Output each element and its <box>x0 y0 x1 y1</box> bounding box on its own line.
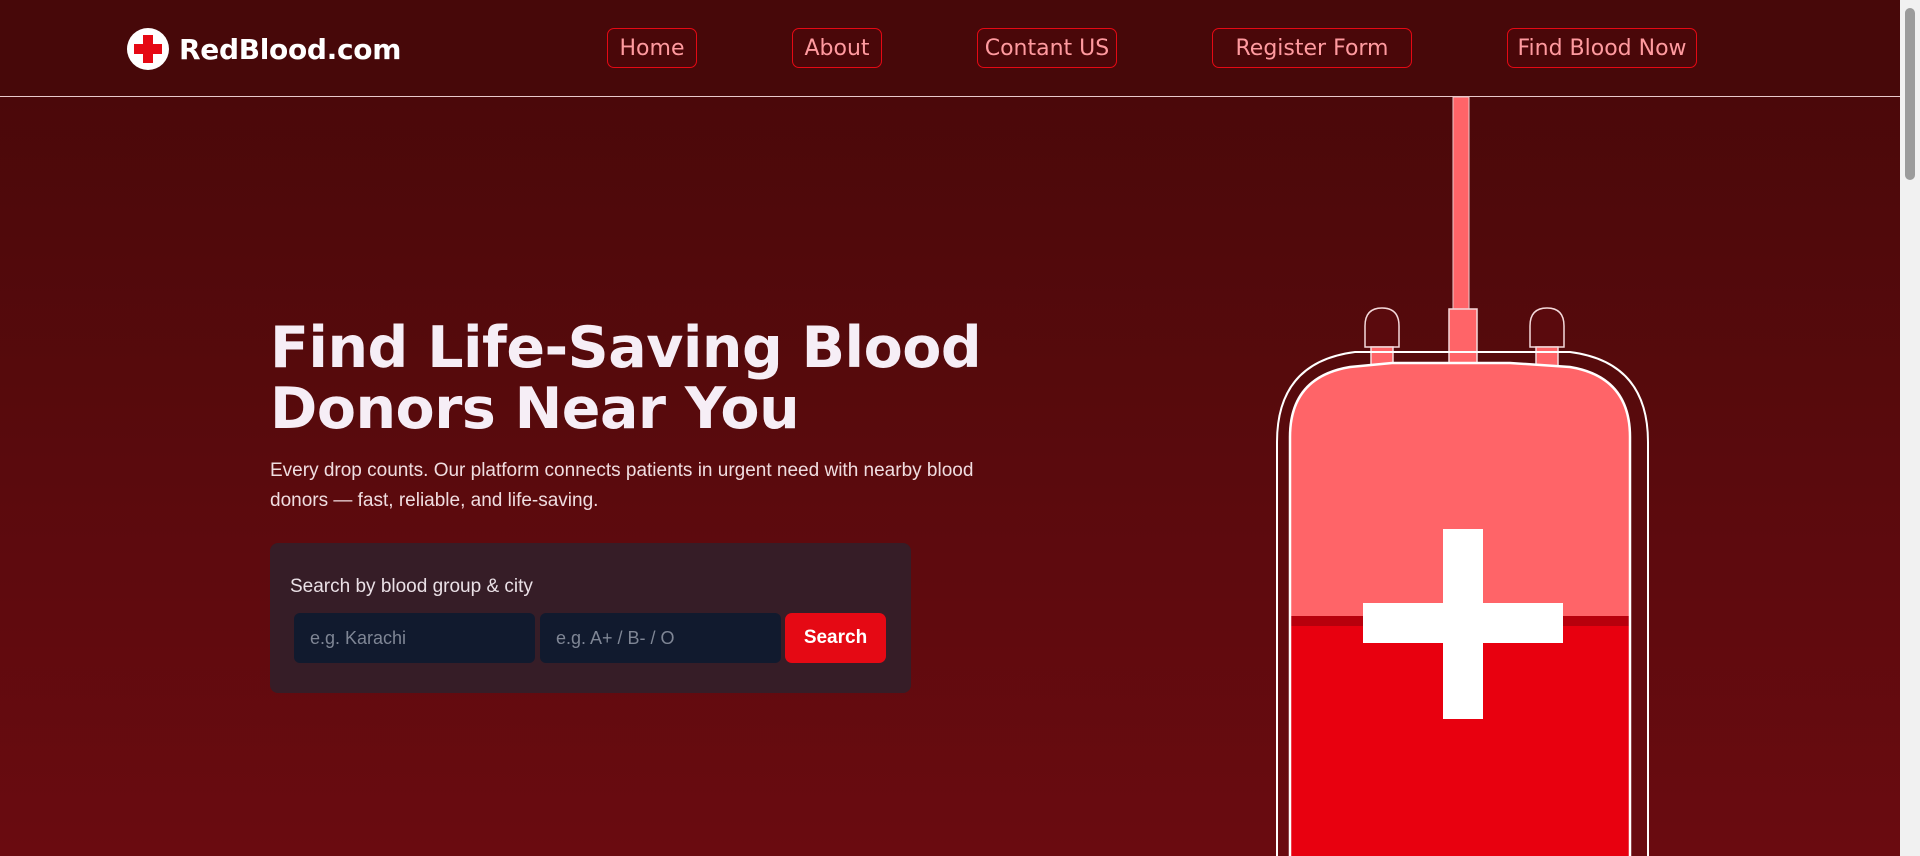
search-button[interactable]: Search <box>785 613 886 663</box>
nav-home-link[interactable]: Home <box>607 28 697 68</box>
nav-contact-link[interactable]: Contant US <box>977 28 1117 68</box>
page-scrollbar[interactable] <box>1900 0 1920 856</box>
city-input[interactable] <box>294 613 535 663</box>
search-label: Search by blood group & city <box>290 576 533 597</box>
search-card: Search by blood group & city Search <box>270 543 911 693</box>
brand[interactable]: RedBlood.com <box>127 28 401 70</box>
nav-about-link[interactable]: About <box>792 28 882 68</box>
red-cross-icon <box>127 28 169 70</box>
blood-bag-icon <box>1276 97 1649 856</box>
site-header: RedBlood.com Home About Contant US Regis… <box>0 0 1900 97</box>
scrollbar-thumb[interactable] <box>1905 8 1915 180</box>
nav-register-link[interactable]: Register Form <box>1212 28 1412 68</box>
hero-subtitle: Every drop counts. Our platform connects… <box>270 460 974 511</box>
brand-name: RedBlood.com <box>179 32 402 66</box>
blood-group-input[interactable] <box>540 613 781 663</box>
hero-title: Find Life-Saving Blood Donors Near You <box>270 315 982 442</box>
nav-find-blood-link[interactable]: Find Blood Now <box>1507 28 1697 68</box>
